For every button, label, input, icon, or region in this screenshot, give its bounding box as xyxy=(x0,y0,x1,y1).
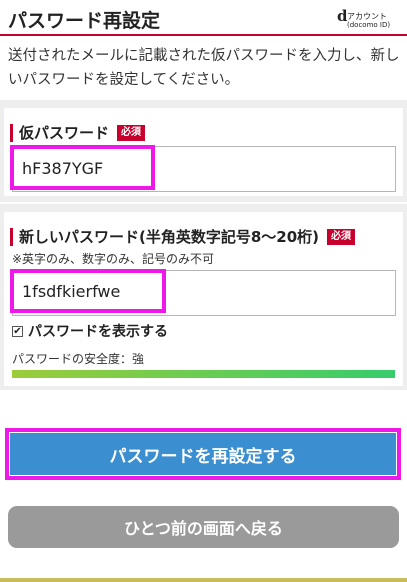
temp-password-label: 仮パスワード xyxy=(19,124,110,142)
page-header: パスワード再設定 d アカウント (docomo ID) xyxy=(0,0,407,38)
label-accent-bar xyxy=(10,123,13,142)
password-strength-meter xyxy=(12,370,395,378)
logo-letter: d xyxy=(337,7,348,25)
back-button[interactable]: ひとつ前の画面へ戻る xyxy=(8,506,399,548)
temp-password-value[interactable]: hF387YGF xyxy=(22,159,103,178)
required-badge: 必須 xyxy=(117,124,146,141)
password-strength-fill xyxy=(12,370,395,378)
show-password-checkbox[interactable]: ✔ xyxy=(12,325,23,337)
header-divider xyxy=(0,34,407,36)
temp-password-card: 仮パスワード 必須 hF387YGF xyxy=(4,108,403,196)
new-password-label: 新しいパスワード(半角英数字記号8～20桁) xyxy=(19,228,320,246)
new-password-note: ※英字のみ、数字のみ、記号のみ不可 xyxy=(12,252,215,266)
show-password-label[interactable]: パスワードを表示する xyxy=(28,321,168,341)
page-title: パスワード再設定 xyxy=(8,10,161,32)
show-password-toggle[interactable]: ✔ パスワードを表示する xyxy=(12,321,168,341)
new-password-label-row: 新しいパスワード(半角英数字記号8～20桁) 必須 xyxy=(10,226,356,247)
required-badge: 必須 xyxy=(327,228,356,245)
new-password-value[interactable]: 1fsdfkierfwe xyxy=(22,282,120,301)
reset-password-button[interactable]: パスワードを再設定する xyxy=(10,433,396,475)
password-strength-label: パスワードの安全度：強 xyxy=(12,352,145,366)
d-account-logo: d アカウント (docomo ID) xyxy=(337,7,401,33)
label-accent-bar xyxy=(10,227,13,246)
logo-text-docomo-id: (docomo ID) xyxy=(347,21,391,29)
temp-password-label-row: 仮パスワード 必須 xyxy=(10,122,146,143)
footer-divider xyxy=(0,578,407,582)
intro-text: 送付されたメールに記載された仮パスワードを入力し、新しいパスワードを設定してくだ… xyxy=(8,48,400,88)
